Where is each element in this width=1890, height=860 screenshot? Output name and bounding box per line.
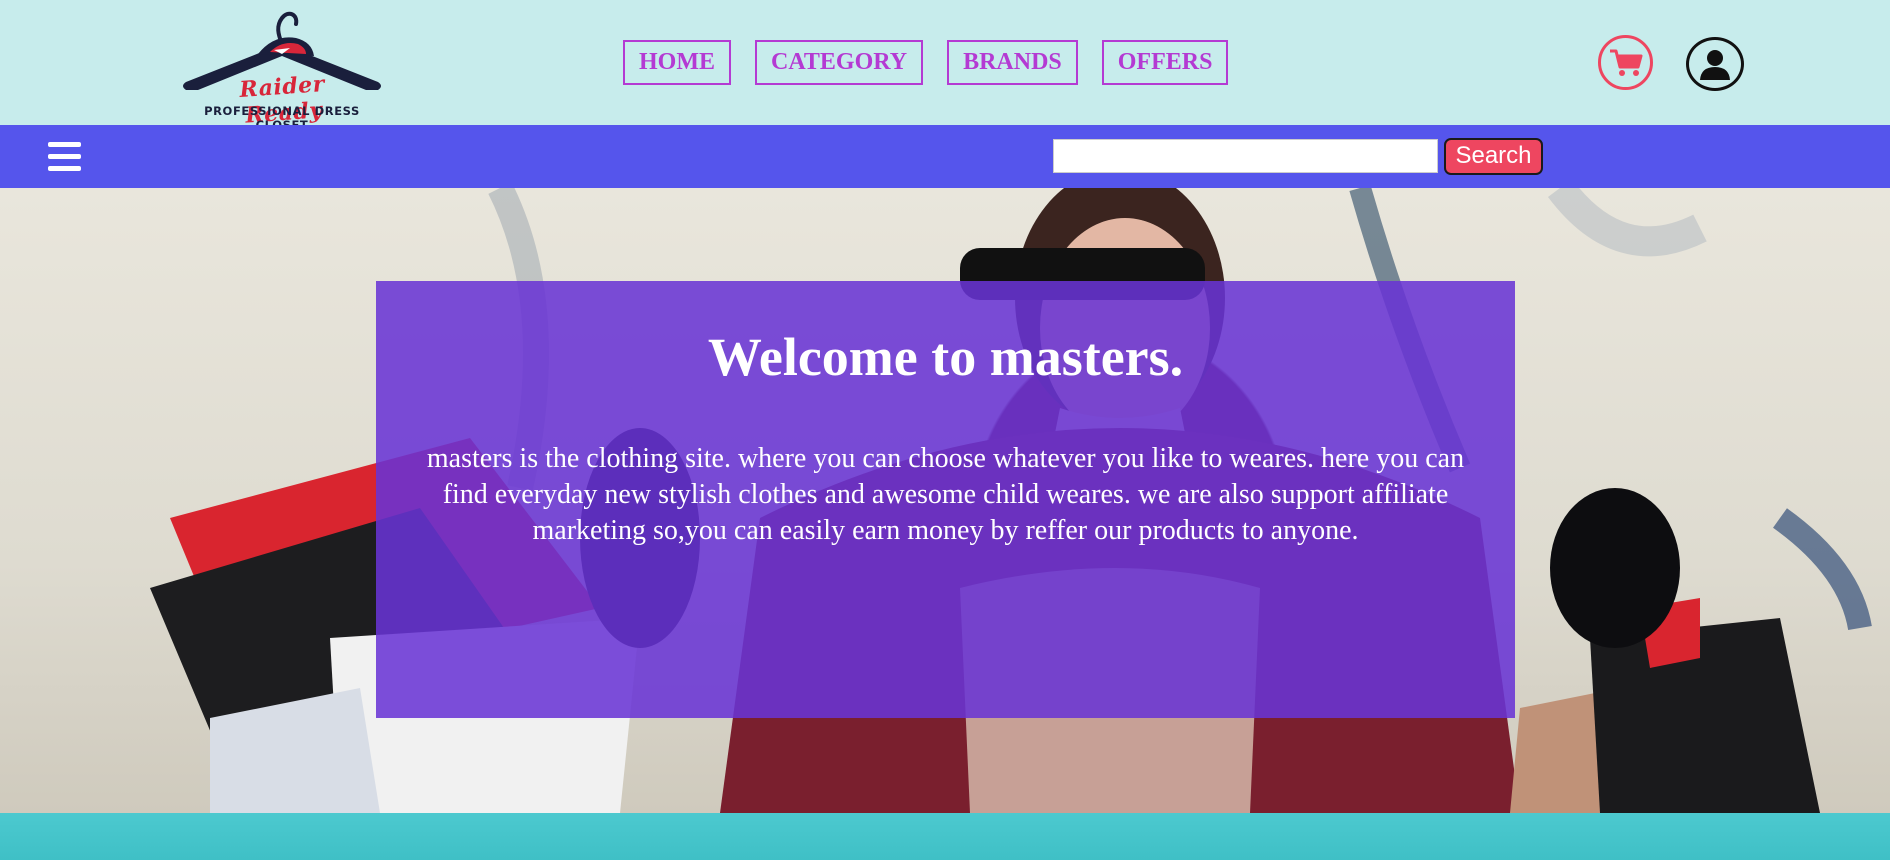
nav-category-button[interactable]: CATEGORY — [755, 40, 924, 85]
user-icon — [1700, 50, 1730, 80]
main-nav: HOME CATEGORY BRANDS OFFERS — [623, 40, 1229, 85]
top-header: Raider Ready PROFESSIONAL DRESS CLOSET H… — [0, 0, 1890, 132]
welcome-title: Welcome to masters. — [707, 327, 1184, 387]
search-input[interactable] — [1053, 139, 1438, 173]
hero-banner: Welcome to masters. masters is the cloth… — [0, 188, 1890, 813]
section-divider-strip — [0, 813, 1890, 860]
search-bar: Search — [0, 125, 1890, 188]
welcome-overlay: Welcome to masters. masters is the cloth… — [376, 281, 1515, 718]
welcome-description: masters is the clothing site. where you … — [426, 443, 1465, 546]
brand-logo[interactable]: Raider Ready PROFESSIONAL DRESS CLOSET — [178, 4, 386, 132]
nav-offers-button[interactable]: OFFERS — [1101, 40, 1229, 85]
cart-icon — [1609, 49, 1642, 76]
nav-home-button[interactable]: HOME — [623, 40, 731, 85]
account-button[interactable] — [1686, 37, 1744, 91]
hamburger-menu-icon[interactable] — [48, 142, 81, 172]
cart-button[interactable] — [1598, 35, 1653, 90]
nav-brands-button[interactable]: BRANDS — [947, 40, 1078, 85]
search-button[interactable]: Search — [1444, 138, 1543, 175]
